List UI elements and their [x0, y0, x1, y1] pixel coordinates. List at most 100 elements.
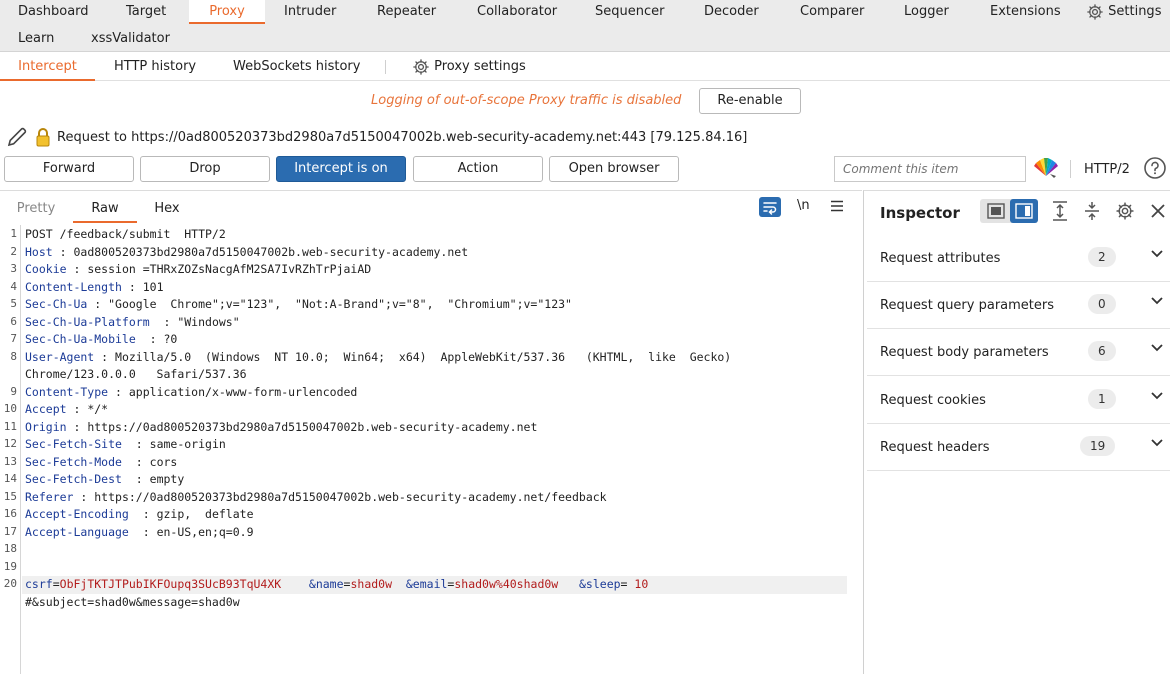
- tab-hex[interactable]: Hex: [135, 199, 199, 223]
- inspector-row-label: Request query parameters: [880, 298, 1055, 313]
- line-number: 15: [3, 489, 17, 503]
- gear-icon: [1087, 3, 1103, 20]
- request-line: Chrome/123.0.0.0 Safari/537.36: [25, 367, 247, 381]
- request-line: Sec-Fetch-Dest : empty: [25, 472, 184, 486]
- header-name: Content-Type: [25, 384, 109, 399]
- tab-http-history[interactable]: HTTP history: [114, 53, 196, 81]
- line-number: 5: [10, 297, 17, 310]
- inspector-row-headers[interactable]: Request headers 19: [867, 424, 1170, 471]
- inspector-row-cookies[interactable]: Request cookies 1: [867, 377, 1170, 424]
- layout-horizontal-icon[interactable]: [987, 203, 1005, 219]
- tab-intercept[interactable]: Intercept: [0, 53, 95, 81]
- tab-logger[interactable]: Logger: [904, 0, 949, 24]
- tab-repeater[interactable]: Repeater: [377, 0, 436, 24]
- request-target-line: Request to https://0ad800520373bd2980a7d…: [57, 130, 748, 145]
- inspector-row-attributes[interactable]: Request attributes 2: [867, 235, 1170, 282]
- request-line: Sec-Fetch-Mode : cors: [25, 455, 177, 469]
- request-editor: Pretty Raw Hex \n 1 2 3 4 5 6 7 8 9 10 11 12 13 14 15 1…: [0, 190, 862, 674]
- count-badge: 1: [1088, 389, 1116, 409]
- line-number: 6: [10, 314, 17, 328]
- forward-button[interactable]: Forward: [4, 156, 134, 182]
- expand-all-icon[interactable]: [1052, 201, 1068, 221]
- param-gap: [392, 577, 406, 591]
- chevron-down-icon: [1151, 344, 1163, 352]
- tab-proxy-settings[interactable]: Proxy settings: [412, 53, 526, 81]
- header-value: "Windows": [177, 314, 240, 329]
- show-newlines-icon[interactable]: \n: [797, 198, 810, 213]
- request-line: Sec-Ch-Ua-Platform : "Windows": [25, 315, 240, 329]
- param-equals: =: [52, 577, 60, 591]
- header-value: "Google Chrome";v="123", "Not:A-Brand";v…: [108, 297, 572, 311]
- header-separator: :: [128, 524, 157, 539]
- param-value: 10: [627, 577, 649, 591]
- inspector-row-body-params[interactable]: Request body parameters 6: [867, 329, 1170, 376]
- header-separator: :: [52, 244, 74, 259]
- help-icon[interactable]: [1143, 156, 1167, 180]
- tab-pretty[interactable]: Pretty: [4, 199, 68, 223]
- tab-intruder[interactable]: Intruder: [284, 0, 336, 24]
- param-gap: [565, 577, 579, 591]
- header-value: cors: [149, 454, 178, 469]
- tab-comparer[interactable]: Comparer: [800, 0, 864, 24]
- tab-raw[interactable]: Raw: [73, 199, 137, 223]
- layout-vertical-active[interactable]: [1010, 199, 1038, 223]
- header-name: Referer: [25, 489, 74, 504]
- request-body-line: csrf=ObFjTKTJTPubIKFOupq3SUcB93TqU4XK &n…: [25, 577, 648, 591]
- header-name: Accept-Encoding: [25, 507, 129, 521]
- tab-extensions[interactable]: Extensions: [990, 0, 1061, 24]
- http-version-label[interactable]: HTTP/2: [1084, 162, 1130, 177]
- close-icon[interactable]: [1150, 203, 1166, 219]
- chevron-down-icon: [1151, 250, 1163, 258]
- open-browser-button[interactable]: Open browser: [549, 156, 679, 182]
- collapse-all-icon[interactable]: [1084, 201, 1100, 221]
- param-name: csrf: [25, 577, 53, 591]
- header-value: empty: [149, 472, 185, 486]
- inspector-row-query-params[interactable]: Request query parameters 0: [867, 282, 1170, 329]
- divider: [1070, 160, 1071, 178]
- divider: [385, 60, 386, 74]
- line-number: 4: [10, 279, 17, 293]
- main-tab-bar: Dashboard Target Proxy Intruder Repeater…: [0, 0, 1170, 52]
- tab-sequencer[interactable]: Sequencer: [595, 0, 664, 24]
- drop-button[interactable]: Drop: [140, 156, 270, 182]
- line-number: 17: [3, 524, 17, 538]
- tab-proxy[interactable]: Proxy: [189, 0, 265, 24]
- gear-icon[interactable]: [1115, 201, 1135, 221]
- header-separator: :: [121, 454, 150, 469]
- line-number: 8: [10, 349, 17, 363]
- tab-settings[interactable]: Settings: [1086, 0, 1161, 24]
- header-separator: :: [128, 507, 157, 521]
- header-name: Sec-Ch-Ua-Platform: [25, 314, 150, 329]
- tab-learn[interactable]: Learn: [18, 27, 54, 51]
- header-separator: :: [135, 332, 164, 346]
- highlight-color-icon[interactable]: [1032, 156, 1060, 180]
- comment-input[interactable]: [834, 156, 1026, 182]
- lock-icon: [36, 128, 50, 147]
- request-line: Content-Length : 101: [25, 280, 164, 294]
- tab-target[interactable]: Target: [126, 0, 166, 24]
- reenable-button[interactable]: Re-enable: [699, 88, 801, 114]
- tab-collaborator[interactable]: Collaborator: [477, 0, 557, 24]
- action-button[interactable]: Action: [413, 156, 543, 182]
- param-name: &name: [308, 577, 344, 591]
- header-separator: :: [121, 279, 143, 294]
- gear-icon: [413, 58, 429, 75]
- menu-icon[interactable]: [830, 200, 844, 212]
- tab-decoder[interactable]: Decoder: [704, 0, 759, 24]
- param-value: shad0w%40shad0w: [454, 577, 566, 591]
- tab-dashboard[interactable]: Dashboard: [18, 0, 89, 24]
- pencil-icon[interactable]: [5, 125, 29, 149]
- line-number: 1: [10, 227, 17, 240]
- tab-websockets-history[interactable]: WebSockets history: [233, 53, 360, 81]
- inspector-row-label: Request body parameters: [880, 345, 1049, 360]
- request-line: Content-Type : application/x-www-form-ur…: [25, 385, 357, 399]
- request-line: Referer : https://0ad800520373bd2980a7d5…: [25, 490, 607, 504]
- header-separator: :: [87, 297, 109, 311]
- request-line: Origin : https://0ad800520373bd2980a7d51…: [25, 420, 537, 434]
- intercept-toggle-button[interactable]: Intercept is on: [276, 156, 406, 182]
- header-value: session =THRxZOZsNacgAfM2SA7IvRZhTrPjaiA…: [87, 262, 372, 276]
- line-number: 19: [3, 559, 17, 573]
- wrap-lines-icon[interactable]: [759, 197, 781, 217]
- layout-toggle: [980, 199, 1038, 223]
- tab-xssvalidator[interactable]: xssValidator: [91, 27, 170, 51]
